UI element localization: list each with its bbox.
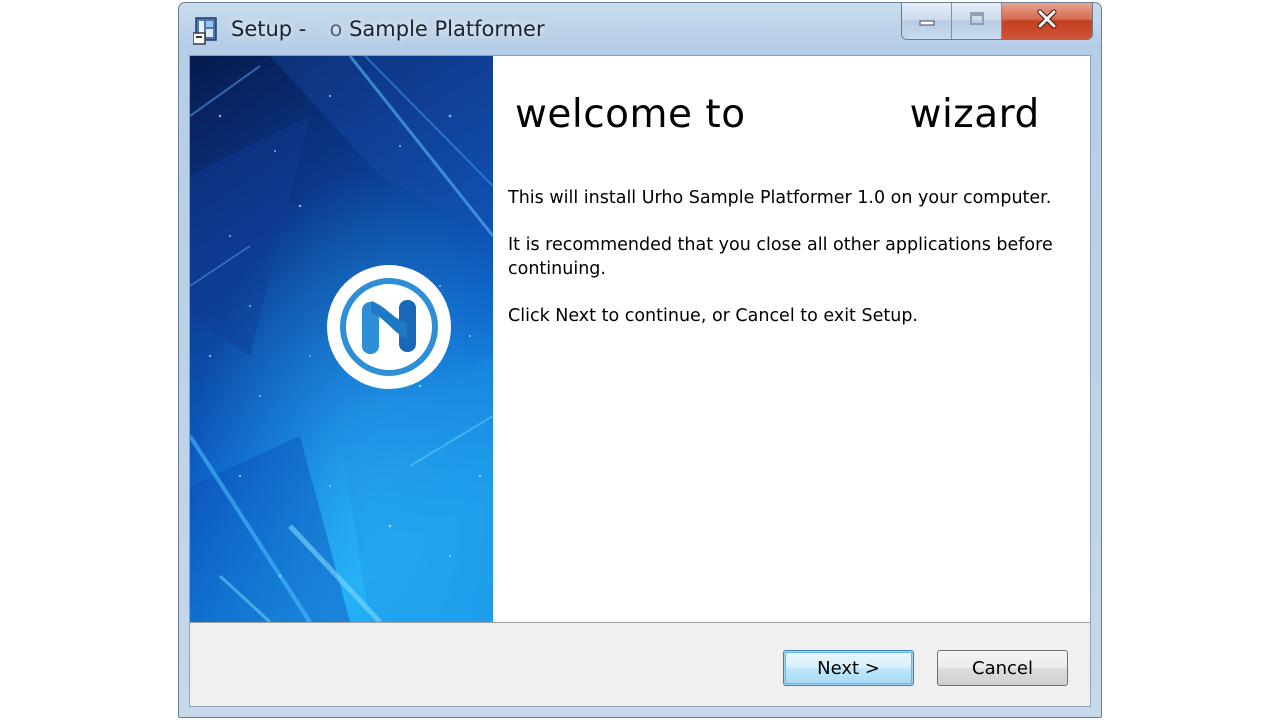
wizard-client-area: welcome to wizard This will install Urho … <box>189 55 1091 707</box>
minimize-icon <box>918 12 936 31</box>
button-bar: Next > Cancel <box>190 623 1090 706</box>
close-button[interactable] <box>1002 3 1092 39</box>
recommendation-text: It is recommended that you close all oth… <box>508 235 1053 279</box>
title-prefix: Setup - <box>231 17 307 41</box>
wizard-content-panel: welcome to wizard This will install Urho … <box>493 56 1090 622</box>
install-info-text: This will install Urho Sample Platformer… <box>508 188 1052 208</box>
heading-part-1: welcome to <box>515 92 746 137</box>
welcome-heading: welcome to wizard <box>515 92 1040 137</box>
setup-window: Setup - o Sample Platformer welcome to wi… <box>178 2 1102 718</box>
h-logo-icon <box>327 265 451 389</box>
installer-icon <box>192 15 221 45</box>
title-suffix: Sample Platformer <box>349 17 545 41</box>
wizard-banner-image <box>190 56 493 622</box>
cancel-button[interactable]: Cancel <box>937 650 1068 686</box>
caption-buttons <box>901 3 1093 40</box>
title-bar[interactable]: Setup - o Sample Platformer <box>179 3 1101 55</box>
heading-part-2: wizard <box>909 92 1040 137</box>
instruction-text: Click Next to continue, or Cancel to exi… <box>508 306 918 326</box>
maximize-icon <box>968 11 986 31</box>
close-icon <box>1036 9 1058 33</box>
maximize-button[interactable] <box>952 3 1002 39</box>
window-title: Setup - o Sample Platformer <box>231 17 545 41</box>
next-button[interactable]: Next > <box>783 650 914 686</box>
title-fragment: o <box>329 17 343 41</box>
minimize-button[interactable] <box>902 3 952 39</box>
